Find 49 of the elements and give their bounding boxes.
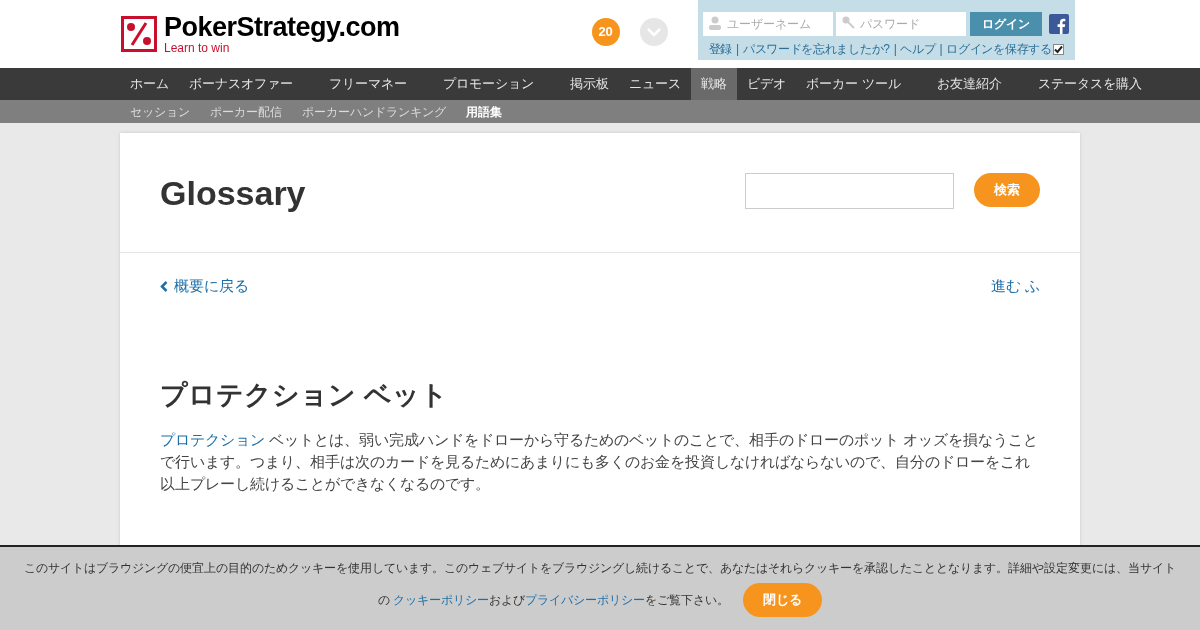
next-link[interactable]: 進む ふ (990, 275, 1040, 298)
back-link[interactable]: 概要に戻る (160, 275, 249, 298)
remember-checkbox[interactable] (1052, 43, 1064, 55)
facebook-icon[interactable] (1048, 13, 1069, 34)
login-button[interactable]: ログイン (969, 11, 1042, 36)
nav-tab[interactable]: ボーカー ツール (796, 68, 911, 100)
link-separator: | (939, 41, 943, 58)
cookie-policy-link[interactable]: クッキーポリシー (393, 593, 490, 607)
user-icon (708, 16, 721, 30)
logo-tagline: Learn to win (164, 42, 230, 54)
nav-tab[interactable]: 戦略 (691, 68, 737, 100)
key-icon (841, 16, 855, 29)
nav-tab[interactable]: 掲示板 (560, 68, 619, 100)
nav-tab[interactable]: お友達紹介 (926, 68, 1012, 100)
account-link[interactable]: 登録 (708, 40, 732, 58)
nav-tab[interactable]: ビデオ (737, 68, 796, 100)
link-separator: | (736, 41, 739, 58)
nav-tab[interactable]: ステータスを購入 (1027, 68, 1152, 100)
nav-tab[interactable]: プロモーション (433, 68, 544, 100)
term-heading: プロテクション ベット (159, 378, 449, 412)
close-button[interactable]: 閉じる (743, 583, 823, 617)
search-field[interactable] (745, 172, 954, 209)
link-separator: | (893, 41, 897, 58)
nav-tab[interactable]: ニュース (619, 68, 691, 100)
subnav-tab[interactable]: ポーカーハンドランキング (292, 100, 456, 123)
username-field[interactable]: ユーザーネーム (702, 12, 833, 36)
subnav-tab[interactable]: ポーカー配信 (200, 100, 292, 123)
checkmark-icon (1053, 44, 1063, 54)
term-link[interactable]: プロテクション (160, 431, 265, 448)
privacy-policy-link[interactable]: プライバシーポリシー (525, 593, 646, 607)
subnav-tab[interactable]: 用語集 (456, 100, 512, 123)
account-link[interactable]: パスワードを忘れましたか? (742, 40, 890, 58)
cookie-notice-continued: の クッキーポリシーおよびプライバシーポリシーをご覧下さい。 (377, 592, 730, 609)
notification-badge[interactable]: 20 (591, 18, 620, 46)
logo-icon (121, 16, 157, 52)
cookie-notice: このサイトはブラウジングの便宜上の目的のためクッキーを使用しています。このウェブサイトをブラウジングし続けることで、あなたはそれらクッキーを承認したこととなります。詳細や設定変更には、当サイト (24, 560, 1176, 577)
back-link-text: 概要に戻る (174, 276, 249, 296)
password-field[interactable]: パスワード (835, 12, 966, 36)
remember-login-label: ログインを保存する (946, 41, 1052, 58)
nav-tab[interactable]: ホーム (120, 68, 179, 100)
subnav-tab[interactable]: セッション (120, 100, 200, 123)
definition-paragraph: プロテクション ベットとは、弱い完成ハンドをドローから守るためのベットのことで、相手のドローのポット オッズを損なうことで行います。つまり、相手は次のカードを見るためにあまりにも多くのお金を投資しなければならないので、自分のドローをこれ以上プレーし続けることができなくなるのです。 (159, 430, 1040, 494)
account-link[interactable]: ヘルプ (900, 40, 936, 58)
nav-tab[interactable]: ボーナスオファー (179, 68, 303, 100)
chevron-left-icon (160, 280, 168, 292)
search-button[interactable]: 検索 (974, 172, 1040, 207)
chevron-down-icon (646, 27, 661, 37)
page-title: Glossary (160, 173, 307, 214)
nav-tab[interactable]: フリーマネー (319, 68, 417, 100)
